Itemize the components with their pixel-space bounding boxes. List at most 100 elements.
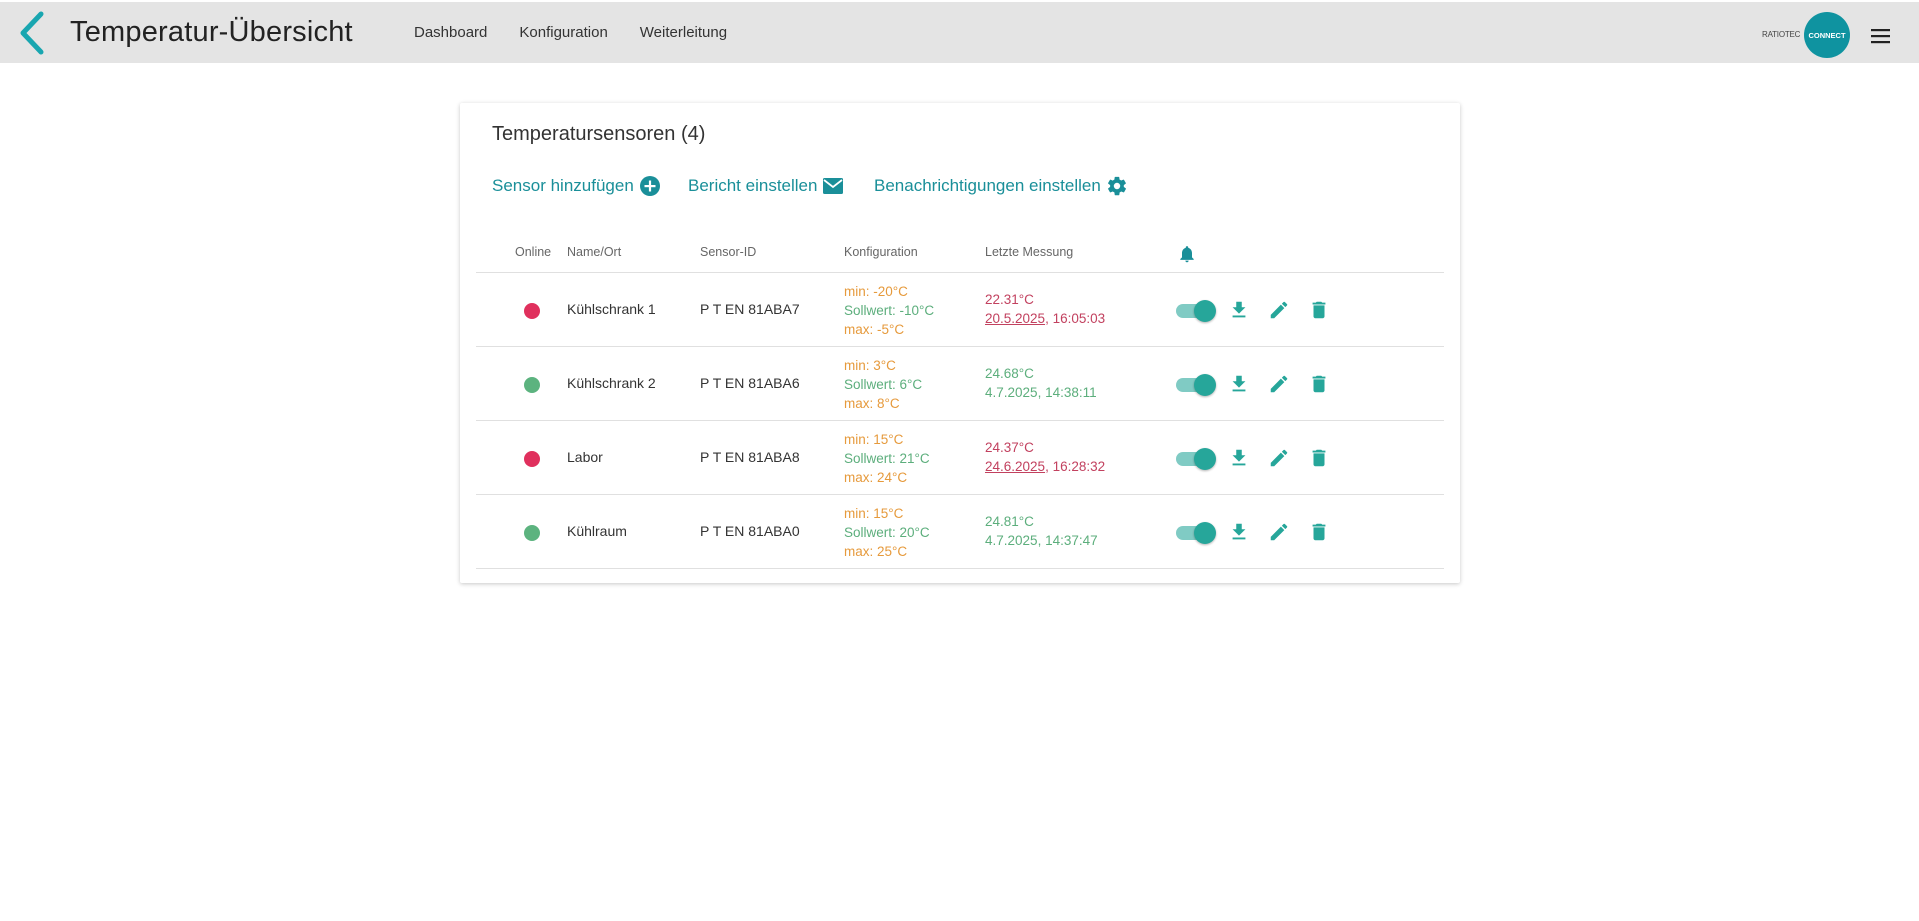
add-circle-icon [639, 176, 660, 196]
col-name: Name/Ort [567, 245, 622, 259]
nav-konfiguration[interactable]: Konfiguration [519, 24, 607, 41]
measurement-datetime: 4.7.2025, 14:37:47 [985, 531, 1098, 550]
measurement-time: , 16:28:32 [1045, 459, 1106, 474]
card-actions: Sensor hinzufügen Bericht einstellen Ben… [492, 175, 1128, 197]
measurement-date[interactable]: 24.6.2025 [985, 459, 1045, 474]
toggle-knob [1194, 374, 1216, 396]
measurement-temp: 24.68°C [985, 366, 1034, 381]
config-sollwert: Sollwert: 20°C [844, 525, 930, 540]
sensor-enabled-toggle[interactable] [1176, 522, 1216, 544]
toggle-knob [1194, 522, 1216, 544]
last-measurement: 22.31°C 20.5.2025, 16:05:03 [985, 290, 1105, 328]
sensor-config: min: 15°C Sollwert: 20°C max: 25°C [844, 504, 930, 561]
sensor-name: Kühlraum [567, 523, 627, 539]
measurement-temp: 24.37°C [985, 440, 1034, 455]
edit-icon[interactable] [1268, 373, 1290, 395]
back-chevron-icon[interactable] [14, 10, 54, 56]
config-max: max: 25°C [844, 544, 908, 559]
sensor-enabled-toggle[interactable] [1176, 300, 1216, 322]
last-measurement: 24.68°C 4.7.2025, 14:38:11 [985, 364, 1097, 402]
nav-dashboard[interactable]: Dashboard [414, 24, 487, 41]
measurement-datetime: 24.6.2025, 16:28:32 [985, 457, 1105, 476]
table-header: Online Name/Ort Sensor-ID Konfiguration … [476, 233, 1444, 273]
config-min: min: 15°C [844, 432, 904, 447]
sensor-card: Temperatursensoren (4) Sensor hinzufügen… [460, 103, 1460, 583]
online-status-dot [524, 525, 540, 541]
last-measurement: 24.37°C 24.6.2025, 16:28:32 [985, 438, 1105, 476]
col-sensor-id: Sensor-ID [700, 245, 757, 259]
config-max: max: -5°C [844, 322, 905, 337]
table-row: Kühlschrank 2 P T EN 81ABA6 min: 3°C Sollwe… [476, 347, 1444, 421]
report-button[interactable]: Bericht einstellen [688, 175, 874, 197]
sensor-id: P T EN 81ABA8 [700, 449, 800, 465]
edit-icon[interactable] [1268, 521, 1290, 543]
config-min: min: -20°C [844, 284, 908, 299]
config-min: min: 15°C [844, 506, 904, 521]
col-config: Konfiguration [844, 245, 918, 259]
col-online: Online [515, 245, 552, 259]
sensor-id: P T EN 81ABA0 [700, 523, 800, 539]
gear-icon [1107, 176, 1126, 196]
toggle-knob [1194, 448, 1216, 470]
main-nav: Dashboard Konfiguration Weiterleitung [414, 24, 727, 41]
bell-icon[interactable] [1177, 243, 1197, 265]
add-sensor-button[interactable]: Sensor hinzufügen [492, 175, 688, 197]
measurement-datetime: 4.7.2025, 14:38:11 [985, 383, 1097, 402]
config-sollwert: Sollwert: 6°C [844, 377, 923, 392]
measurement-date: 4.7.2025 [985, 385, 1038, 400]
edit-icon[interactable] [1268, 447, 1290, 469]
sensor-config: min: 3°C Sollwert: 6°C max: 8°C [844, 356, 922, 413]
sensor-name: Kühlschrank 2 [567, 375, 656, 391]
add-sensor-label: Sensor hinzufügen [492, 176, 634, 195]
sensor-name: Labor [567, 449, 603, 465]
edit-icon[interactable] [1268, 299, 1290, 321]
top-bar: Temperatur-Übersicht Dashboard Konfigura… [0, 2, 1919, 63]
config-sollwert: Sollwert: 21°C [844, 451, 930, 466]
col-last: Letzte Messung [985, 245, 1074, 259]
report-label: Bericht einstellen [688, 176, 818, 195]
measurement-time: , 16:05:03 [1045, 311, 1106, 326]
page-title: Temperatur-Übersicht [70, 16, 353, 48]
notifications-label: Benachrichtigungen einstellen [874, 176, 1101, 195]
menu-icon[interactable] [1868, 26, 1894, 46]
logo-circle: CONNECT [1804, 12, 1850, 58]
download-icon[interactable] [1228, 373, 1250, 395]
table-row: Labor P T EN 81ABA8 min: 15°C Sollwert: 21°… [476, 421, 1444, 495]
nav-weiterleitung[interactable]: Weiterleitung [640, 24, 727, 41]
measurement-date[interactable]: 20.5.2025 [985, 311, 1045, 326]
delete-icon[interactable] [1308, 299, 1330, 321]
card-title: Temperatursensoren (4) [492, 123, 706, 145]
table-row: Kühlschrank 1 P T EN 81ABA7 min: -20°C Soll… [476, 273, 1444, 347]
sensor-id: P T EN 81ABA6 [700, 375, 800, 391]
sensor-id: P T EN 81ABA7 [700, 301, 800, 317]
online-status-dot [524, 377, 540, 393]
download-icon[interactable] [1228, 447, 1250, 469]
measurement-date: 4.7.2025 [985, 533, 1038, 548]
config-sollwert: Sollwert: -10°C [844, 303, 935, 318]
measurement-time: , 14:37:47 [1037, 533, 1098, 548]
table-row: Kühlraum P T EN 81ABA0 min: 15°C Sollwert: … [476, 495, 1444, 569]
sensor-name: Kühlschrank 1 [567, 301, 656, 317]
notifications-button[interactable]: Benachrichtigungen einstellen [874, 175, 1128, 197]
online-status-dot [524, 451, 540, 467]
sensor-enabled-toggle[interactable] [1176, 448, 1216, 470]
config-max: max: 24°C [844, 470, 908, 485]
sensor-enabled-toggle[interactable] [1176, 374, 1216, 396]
download-icon[interactable] [1228, 299, 1250, 321]
measurement-temp: 22.31°C [985, 292, 1034, 307]
ratiotec-logo: RATIOTEC CONNECT [1762, 12, 1852, 58]
config-min: min: 3°C [844, 358, 896, 373]
mail-icon [823, 178, 844, 194]
delete-icon[interactable] [1308, 521, 1330, 543]
download-icon[interactable] [1228, 521, 1250, 543]
measurement-time: , 14:38:11 [1037, 385, 1097, 400]
measurement-datetime: 20.5.2025, 16:05:03 [985, 309, 1105, 328]
sensor-config: min: 15°C Sollwert: 21°C max: 24°C [844, 430, 930, 487]
sensor-config: min: -20°C Sollwert: -10°C max: -5°C [844, 282, 934, 339]
delete-icon[interactable] [1308, 373, 1330, 395]
config-max: max: 8°C [844, 396, 900, 411]
online-status-dot [524, 303, 540, 319]
delete-icon[interactable] [1308, 447, 1330, 469]
logo-text: RATIOTEC [1762, 30, 1801, 39]
last-measurement: 24.81°C 4.7.2025, 14:37:47 [985, 512, 1098, 550]
